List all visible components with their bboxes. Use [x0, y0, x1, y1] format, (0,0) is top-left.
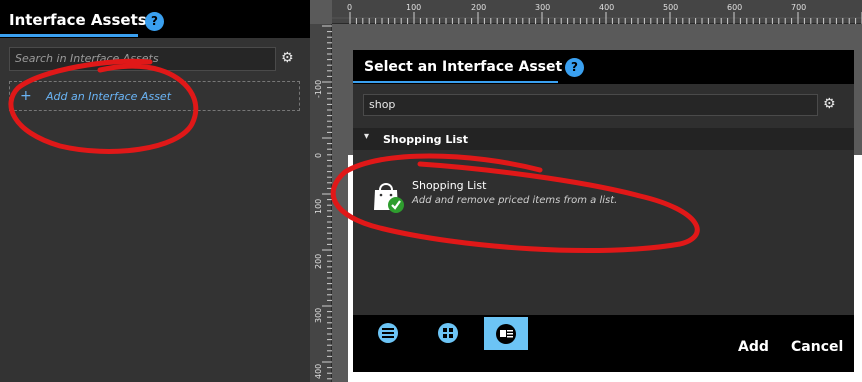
add-button[interactable]: Add [738, 339, 769, 355]
dialog-tab-underline [353, 81, 558, 83]
asset-name: Shopping List [412, 179, 487, 192]
grid-view-button[interactable] [426, 317, 470, 350]
dialog-help-icon[interactable]: ? [565, 58, 584, 77]
ruler-tick-label: 400 [314, 363, 323, 379]
ruler-tick-label: 400 [599, 3, 615, 12]
asset-search-input[interactable]: Search in Interface Assets [9, 47, 276, 71]
active-tab-underline [0, 34, 138, 37]
shopping-bag-icon [374, 183, 404, 213]
panel-header: Interface Assets ? [0, 0, 310, 38]
dialog-search-gear-icon[interactable]: ⚙ [823, 96, 836, 112]
ruler-tick-label: -100 [314, 79, 323, 98]
card-view-button[interactable] [484, 317, 528, 350]
grid-view-icon [438, 323, 458, 343]
category-label: Shopping List [383, 133, 468, 146]
cancel-button[interactable]: Cancel [791, 339, 843, 355]
dialog-header: Select an Interface Asset ? [353, 50, 854, 84]
search-settings-gear-icon[interactable]: ⚙ [281, 50, 294, 66]
ruler-tick-label: 100 [314, 198, 323, 214]
ruler-tick-label: 700 [791, 3, 807, 12]
interface-assets-panel: Interface Assets ? Search in Interface A… [0, 0, 310, 382]
help-icon[interactable]: ? [145, 12, 164, 31]
chevron-down-icon[interactable]: ▾ [364, 131, 369, 142]
plus-icon: + [20, 88, 32, 104]
dialog-title: Select an Interface Asset [364, 59, 563, 75]
add-interface-asset-button[interactable]: + Add an Interface Asset [9, 81, 300, 111]
ruler-tick-label: 200 [471, 3, 487, 12]
ruler-tick-label: 300 [535, 3, 551, 12]
ruler-tick-label: 0 [347, 3, 353, 12]
ruler-tick-label: 0 [314, 152, 323, 158]
list-view-button[interactable] [366, 317, 410, 350]
dialog-footer: Add Cancel [353, 315, 854, 372]
ruler-tick-label: 500 [663, 3, 679, 12]
ruler-tick-label: 600 [727, 3, 743, 12]
category-header[interactable]: ▾ Shopping List [353, 128, 854, 150]
add-interface-asset-label: Add an Interface Asset [46, 90, 172, 103]
app-window: Interface Assets ? Search in Interface A… [0, 0, 862, 382]
panel-title: Interface Assets [9, 11, 147, 29]
card-view-icon [496, 324, 516, 344]
dialog-search-input[interactable]: shop [363, 94, 818, 116]
ruler-tick-label: 100 [406, 3, 422, 12]
ruler-tick-label: 200 [314, 253, 323, 269]
vertical-ruler: -100 0 100 200 300 400 [310, 24, 332, 382]
horizontal-ruler: 0 100 200 300 400 500 600 700 [332, 0, 862, 24]
asset-list-item[interactable]: Shopping List Add and remove priced item… [353, 170, 854, 216]
asset-description: Add and remove priced items from a list. [412, 195, 618, 206]
select-asset-dialog: Select an Interface Asset ? shop ⚙ ▾ Sho… [353, 50, 854, 372]
ruler-tick-label: 300 [314, 307, 323, 323]
list-view-icon [378, 323, 398, 343]
